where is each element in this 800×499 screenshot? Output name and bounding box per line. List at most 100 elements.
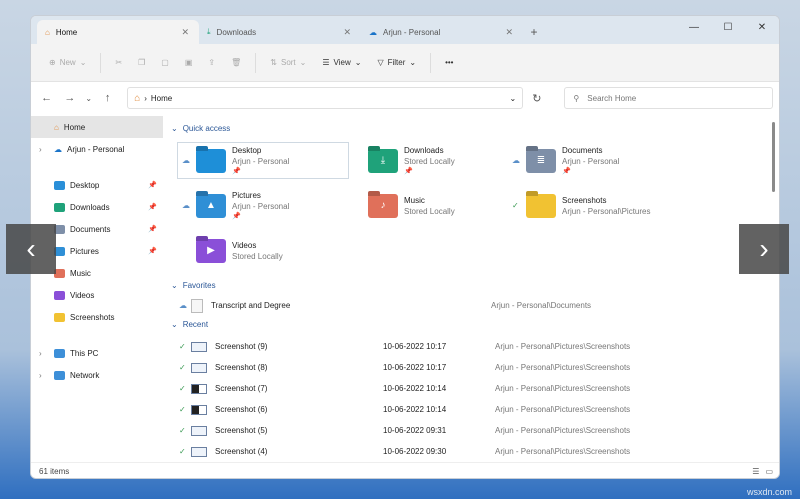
sync-status-icon: ☁ [182,201,190,210]
chevron-right-icon[interactable]: › [39,349,49,358]
sync-status-icon: ☁ [512,156,520,165]
minimize-button[interactable]: — [677,16,711,38]
recent-file-row[interactable]: ✓ Screenshot (9) 10-06-2022 10:17 Arjun - P… [171,336,771,357]
chevron-down-icon[interactable]: ⌄ [509,94,516,103]
recent-file-row[interactable]: ✓ Screenshot (5) 10-06-2022 09:31 Arjun - P… [171,420,771,441]
synced-check-icon: ✓ [179,342,186,351]
close-icon[interactable]: ✕ [343,27,351,38]
previous-slide-button[interactable]: ‹ [6,224,56,274]
quick-access-item[interactable]: ☁ Desktop Arjun - Personal 📌 [177,142,349,179]
synced-check-icon: ✓ [179,447,186,456]
recent-file-row[interactable]: ✓ Screenshot (6) 10-06-2022 10:14 Arjun - P… [171,399,771,420]
filter-icon: ▽ [377,58,384,67]
quick-access-item[interactable]: ▶ Videos Stored Locally [177,232,349,269]
sort-button[interactable]: ⇅ Sort ⌄ [264,54,312,71]
network-icon [54,370,65,380]
recent-header[interactable]: ⌄ Recent [171,316,771,332]
recent-locations-button[interactable]: ⌄ [83,94,93,103]
quick-access-item[interactable]: ✓ Screenshots Arjun - Personal\Pictures [507,187,665,224]
tab-bar: ⌂ Home ✕ ⤓ Downloads ✕ ☁ Arjun - Personal ✕ + … [31,16,779,44]
pin-icon: 📌 [148,182,157,189]
recent-file-row[interactable]: ✓ Screenshot (8) 10-06-2022 10:17 Arjun - P… [171,357,771,378]
quick-access-item[interactable]: ⤓ Downloads Stored Locally 📌 [349,142,507,179]
command-bar: ⊕ New ⌄ ✂ ❐ ▢ ▣ ⇪ 🗑 ⇅ Sort ⌄ ☰ View ⌄ ▽ Filter ⌄… [31,44,779,82]
folder-icon: ▶ [196,238,226,263]
recent-file-row[interactable]: ✓ Screenshot (7) 10-06-2022 10:14 Arjun - P… [171,378,771,399]
quick-access-header[interactable]: ⌄ Quick access [171,120,771,136]
view-icon: ☰ [322,58,330,67]
sidebar-item-this-pc[interactable]: › This PC [31,342,163,364]
quick-access-item[interactable]: ♪ Music Stored Locally [349,187,507,224]
sort-icon: ⇅ [270,58,277,67]
close-window-button[interactable]: ✕ [745,16,779,38]
image-thumbnail-icon [191,341,207,352]
list-item[interactable]: ☁ Transcript and Degree Arjun - Personal\D… [171,295,771,316]
folder-icon [196,148,226,173]
cloud-icon: ☁ [369,27,377,37]
folder-icon [54,312,65,322]
share-button[interactable]: ⇪ [202,54,221,71]
synced-check-icon: ✓ [179,384,186,393]
folder-icon [54,180,65,190]
search-input[interactable]: ⚲ Search Home [564,87,773,109]
cloud-icon: ☁ [54,144,62,154]
image-thumbnail-icon [191,404,207,415]
refresh-button[interactable]: ↻ [527,92,546,105]
computer-icon [54,348,65,358]
address-bar[interactable]: ⌂ › Home ⌄ [127,87,524,109]
pin-icon: 📌 [232,213,241,220]
rename-button[interactable]: ▣ [179,54,199,71]
sidebar-item-onedrive[interactable]: › ☁ Arjun - Personal [31,138,163,160]
pin-icon: 📌 [148,226,157,233]
tab-home[interactable]: ⌂ Home ✕ [37,20,199,44]
folder-icon [526,193,556,218]
tab-onedrive[interactable]: ☁ Arjun - Personal ✕ [361,20,523,44]
quick-access-item[interactable]: ☁ ▲ Pictures Arjun - Personal 📌 [177,187,349,224]
sync-status-icon: ☁ [182,156,190,165]
close-icon[interactable]: ✕ [505,27,513,38]
chevron-right-icon[interactable]: › [39,145,49,154]
sidebar-item-home[interactable]: ⌂ Home [31,116,163,138]
new-button[interactable]: ⊕ New ⌄ [43,54,92,71]
sync-status-icon: ✓ [512,201,519,210]
sidebar-item-downloads[interactable]: Downloads 📌 [31,196,163,218]
quick-access-item[interactable]: ☁ ≣ Documents Arjun - Personal 📌 [507,142,665,179]
paste-icon: ▢ [161,58,169,67]
new-tab-button[interactable]: + [523,20,545,44]
chevron-right-icon[interactable]: › [39,371,49,380]
status-bar: 61 items ☰ ▭ [31,462,779,478]
tiles-view-icon[interactable]: ▭ [765,467,773,476]
next-slide-button[interactable]: › [739,224,789,274]
image-thumbnail-icon [191,383,207,394]
close-icon[interactable]: ✕ [181,27,189,38]
view-button[interactable]: ☰ View ⌄ [316,54,367,71]
pin-icon: 📌 [148,248,157,255]
sidebar-item-videos[interactable]: Videos [31,284,163,306]
image-thumbnail-icon [191,446,207,457]
plus-circle-icon: ⊕ [49,58,56,67]
synced-check-icon: ✓ [179,405,186,414]
paste-button[interactable]: ▢ [155,54,175,71]
delete-button[interactable]: 🗑 [225,54,247,71]
sidebar-item-desktop[interactable]: Desktop 📌 [31,174,163,196]
up-button[interactable]: ↑ [98,92,117,104]
folder-icon: ♪ [368,193,398,218]
sidebar-item-network[interactable]: › Network [31,364,163,386]
back-button[interactable]: ← [37,92,56,104]
tab-downloads[interactable]: ⤓ Downloads ✕ [199,20,361,44]
favorites-header[interactable]: ⌄ Favorites [171,277,771,293]
sidebar-item-screenshots[interactable]: Screenshots [31,306,163,328]
pin-icon: 📌 [148,204,157,211]
cut-button[interactable]: ✂ [109,54,128,71]
forward-button[interactable]: → [60,92,79,104]
copy-icon: ❐ [138,58,146,67]
copy-button[interactable]: ❐ [132,54,151,71]
scrollbar[interactable] [772,122,775,192]
pin-icon: 📌 [232,168,241,175]
details-view-icon[interactable]: ☰ [752,467,759,476]
maximize-button[interactable]: ☐ [711,16,745,38]
more-button[interactable]: ••• [439,54,459,71]
folder-icon: ⤓ [368,148,398,173]
recent-file-row[interactable]: ✓ Screenshot (4) 10-06-2022 09:30 Arjun - P… [171,441,771,462]
filter-button[interactable]: ▽ Filter ⌄ [371,54,422,71]
